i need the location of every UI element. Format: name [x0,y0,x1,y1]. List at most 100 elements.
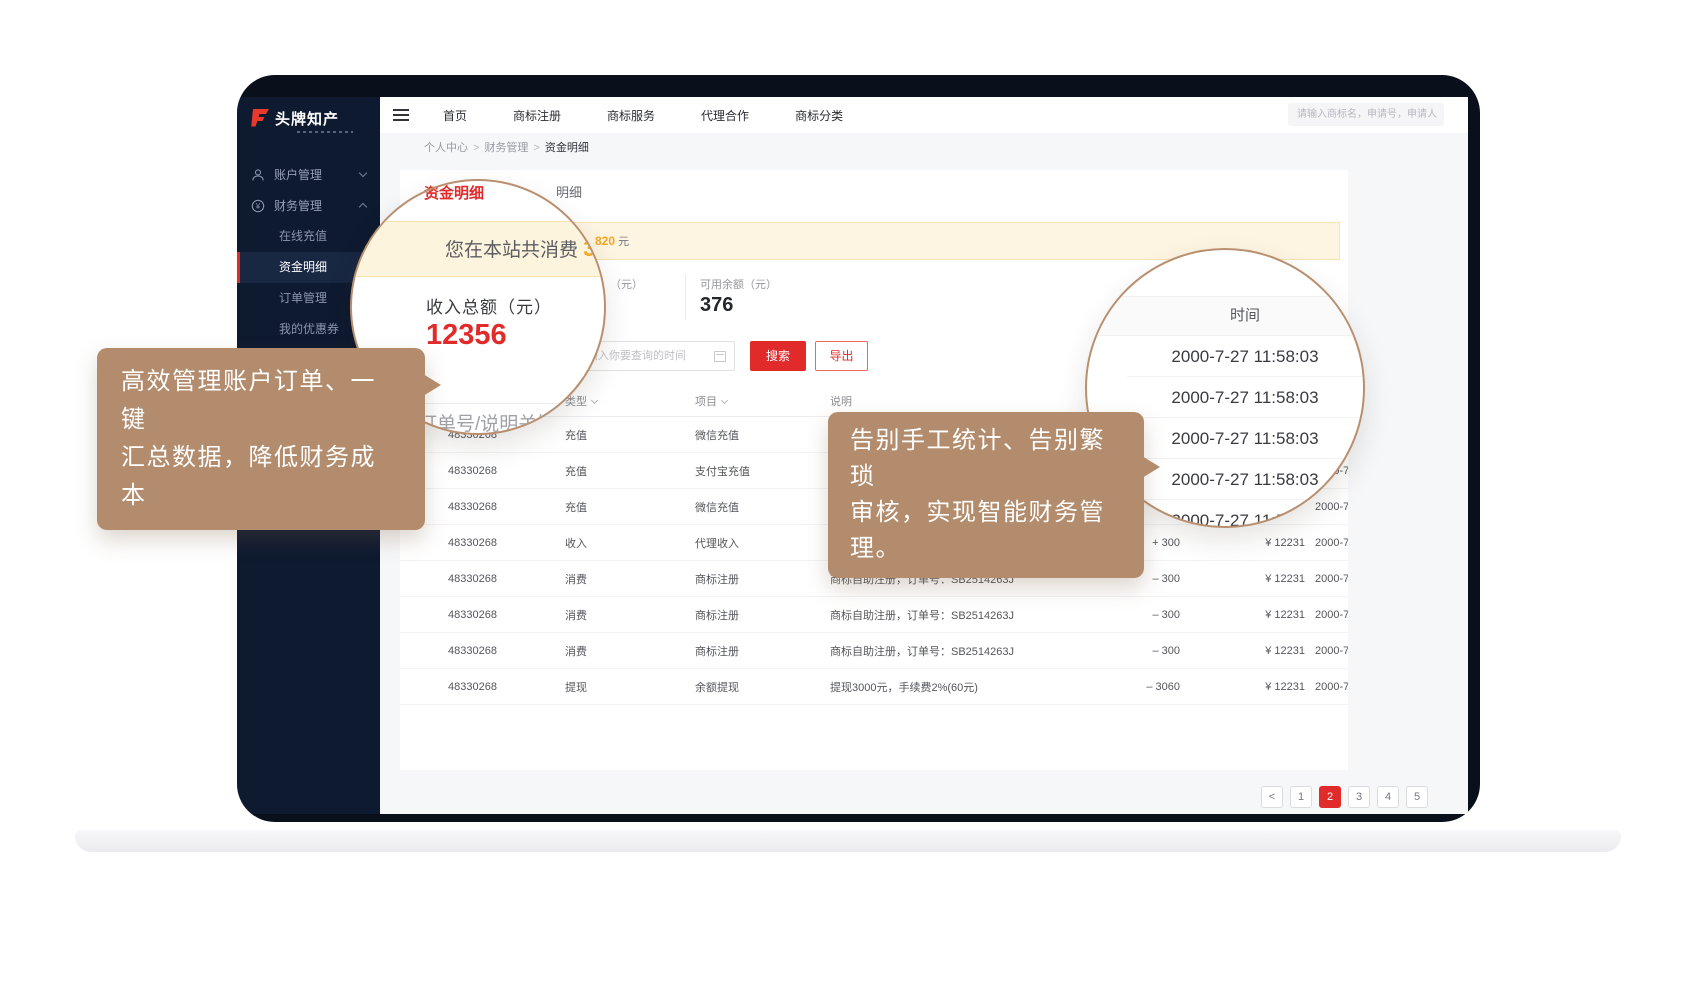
cell-amount: – 3060 [1075,681,1180,693]
cell-project: 微信充值 [695,499,830,515]
cell-type: 收入 [565,535,695,551]
cell-desc: 商标自助注册，订单号：SB2514263J [830,607,1075,623]
column-header-desc: 说明 [830,393,1075,409]
magnified-time-value: 2000-7-27 11:58:03 [1127,459,1363,500]
magnified-banner-prefix: 您在本站共消费 [445,240,583,261]
cell-project: 代理收入 [695,535,830,551]
brand-logo[interactable]: 头牌知产 [237,97,380,133]
laptop-base [75,830,1621,852]
pagination-page-2[interactable]: 2 [1319,786,1341,808]
pagination-page-3[interactable]: 3 [1348,786,1370,808]
nav-item-代理合作[interactable]: 代理合作 [678,107,772,124]
cell-time: 2000-7-27 11:58:03 [1305,609,1348,621]
table-row: 48330268消费商标注册商标自助注册，订单号：SB2514263J– 300… [400,633,1348,669]
cell-type: 充值 [565,463,695,479]
breadcrumb-item[interactable]: 个人中心 [424,142,468,154]
search-input[interactable]: 请输入商标名，申请号，申请人 [1288,103,1444,126]
page: 头牌知产 账户管理¥财务管理在线充值资金明细订单管理我的优惠券我的发票模板管理 … [0,0,1696,1002]
magnified-consumption-banner: 您在本站共消费 32124 大 [350,221,606,277]
callout-text-line: 审核，实现智能财务管 [850,495,1122,531]
brand-subtext [297,131,353,133]
column-header-type[interactable]: 类型 [565,393,695,409]
callout-text-line: 理。 [850,531,1122,567]
menu-hamburger-icon[interactable] [393,109,409,121]
cell-type: 提现 [565,679,695,695]
cell-amount: – 300 [1075,645,1180,657]
sidebar-item-label: 账户管理 [274,166,322,183]
cell-project: 商标注册 [695,643,830,659]
breadcrumb-item[interactable]: 资金明细 [545,142,589,154]
magnified-time-rows: 2000-7-27 11:58:032000-7-27 11:58:032000… [1127,336,1363,528]
cell-order: 48330268 [400,537,565,549]
cell-balance: ¥ 12231 [1180,645,1305,657]
magnified-time-value: 2000-7-27 11:58:03 [1127,418,1363,459]
cell-type: 充值 [565,499,695,515]
magnified-tab-fragment: 资金明细 [424,182,484,203]
cell-time: 2000-7-27 11:58:03 [1305,573,1348,585]
svg-text:¥: ¥ [255,201,261,210]
export-button[interactable]: 导出 [815,341,868,371]
stat-unit-fragment: （元） [610,276,643,292]
cell-desc: 提现3000元，手续费2%(60元) [830,679,1075,695]
pagination-page-5[interactable]: 5 [1406,786,1428,808]
cell-time: 2000-7-27 11:58:03 [1305,537,1348,549]
search-button[interactable]: 搜索 [750,341,806,371]
brand-logo-icon [250,108,270,127]
cell-project: 商标注册 [695,607,830,623]
breadcrumb-separator: > [473,142,479,154]
cell-project: 支付宝充值 [695,463,830,479]
cell-project: 余额提现 [695,679,830,695]
magnified-banner-value: 32124 [583,236,606,261]
cell-order: 48330268 [400,609,565,621]
sidebar-item-label: 财务管理 [274,197,322,214]
callout-right: 告别手工统计、告别繁琐审核，实现智能财务管理。 [828,412,1144,578]
nav-item-商标注册[interactable]: 商标注册 [490,107,584,124]
cell-time: 2000-7-27 11:58:03 [1305,645,1348,657]
cell-balance: ¥ 12231 [1180,537,1305,549]
calendar-icon [714,351,726,362]
breadcrumb-separator: > [533,142,539,154]
cell-order: 48330268 [400,681,565,693]
chevron-down-icon [359,169,367,177]
magnified-column-header-fragment: 订单号/说明关键 [418,409,556,435]
income-total-label: 收入总额（元） [426,293,552,318]
consumption-unit: 元 [618,236,629,248]
callout-left: 高效管理账户订单、一键汇总数据，降低财务成本 [97,348,425,530]
pagination-page-1[interactable]: 1 [1290,786,1312,808]
sidebar-item-账户管理[interactable]: 账户管理 [237,159,380,190]
callout-text-line: 告别手工统计、告别繁琐 [850,423,1122,495]
nav-item-首页[interactable]: 首页 [420,107,490,124]
income-total-value: 12356 [426,319,507,352]
nav-item-商标分类[interactable]: 商标分类 [772,107,866,124]
cell-order: 48330268 [400,645,565,657]
available-balance-value: 376 [700,294,733,317]
brand-name: 头牌知产 [275,108,353,129]
magnified-time-header: 时间 [1087,296,1363,336]
tab-fragment[interactable]: 明细 [556,182,582,201]
cell-type: 消费 [565,643,695,659]
magnified-time-value: 2000-7-27 11:58:03 [1127,336,1363,377]
cell-balance: ¥ 12231 [1180,681,1305,693]
available-balance-label: 可用余额（元） [700,276,777,292]
topbar: 首页商标注册商标服务代理合作商标分类 请输入商标名，申请号，申请人 [380,97,1468,133]
breadcrumb: 个人中心 > 财务管理 > 资金明细 [380,133,1468,163]
pagination-prev-button[interactable]: < [1261,786,1283,808]
cell-order: 48330268 [400,573,565,585]
magnified-time-value: 2000-7-27 11:58:03 [1127,377,1363,418]
pagination-page-4[interactable]: 4 [1377,786,1399,808]
column-header-project[interactable]: 项目 [695,393,830,409]
cell-time: 2000-7-27 11:58:03 [1305,681,1348,693]
callout-text-line: 高效管理账户订单、一键 [121,363,401,439]
cell-project: 微信充值 [695,427,830,443]
nav-item-商标服务[interactable]: 商标服务 [584,107,678,124]
table-row: 48330268提现余额提现提现3000元，手续费2%(60元)– 3060¥ … [400,669,1348,705]
cell-type: 充值 [565,427,695,443]
cell-type: 消费 [565,571,695,587]
sidebar-item-财务管理[interactable]: ¥ 财务管理 [237,190,380,221]
breadcrumb-item[interactable]: 财务管理 [484,142,528,154]
cell-balance: ¥ 12231 [1180,609,1305,621]
cell-desc: 商标自助注册，订单号：SB2514263J [830,643,1075,659]
chevron-up-icon [359,203,367,211]
cell-amount: – 300 [1075,609,1180,621]
pagination: <12345 [1261,786,1428,808]
